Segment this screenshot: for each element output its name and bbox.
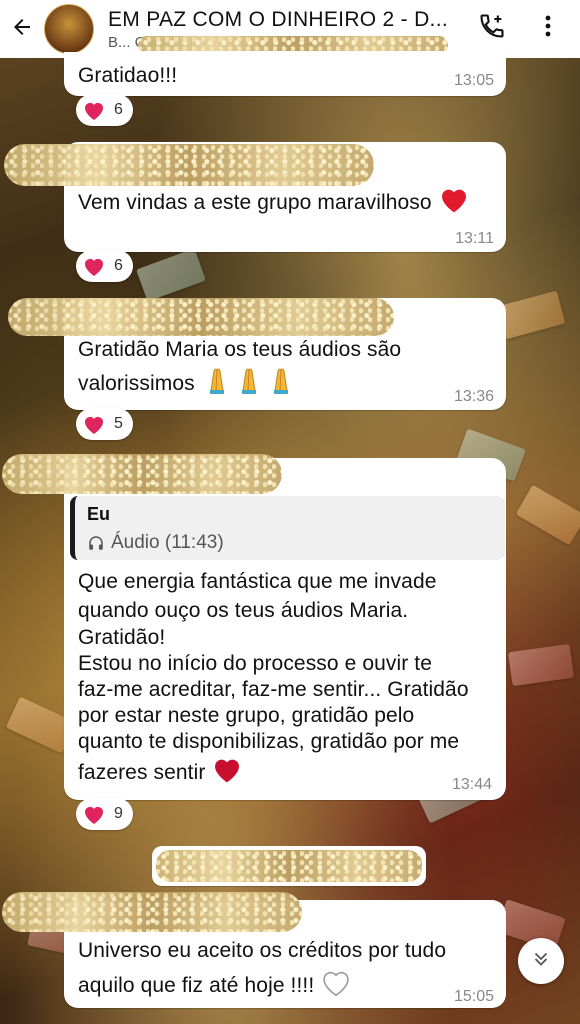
reaction-pill[interactable]: 9 (76, 798, 133, 830)
group-info[interactable]: EM PAZ COM O DINHEIRO 2 - D... B... Conc… (108, 8, 448, 51)
message-time: 13:11 (455, 230, 494, 247)
add-call-button[interactable] (470, 6, 514, 50)
red-heart-icon (438, 184, 470, 223)
message-line: Que energia fantástica que me invade (78, 570, 437, 593)
message-time: 13:05 (453, 72, 494, 89)
quote-body: Áudio (11:43) (87, 532, 224, 554)
reaction-count: 6 (114, 101, 123, 118)
chat-header: EM PAZ COM O DINHEIRO 2 - D... B... Conc… (0, 0, 580, 58)
more-options-button[interactable] (528, 6, 568, 50)
wallpaper-bill (507, 643, 575, 687)
arrow-left-icon (10, 15, 34, 44)
message-line-text: fazeres sentir (78, 761, 206, 785)
message-line-text: aquilo que fiz até hoje !!!! (78, 974, 315, 998)
headphones-icon (87, 534, 105, 552)
group-members: B... Conceição Ferr... (108, 34, 448, 51)
message-time: 15:05 (453, 988, 494, 1005)
message-line: Universo eu aceito os créditos por tudo (78, 939, 447, 962)
sender-redaction (8, 298, 394, 336)
reaction-pill[interactable]: 6 (76, 94, 133, 126)
message-text: Vem vindas a este grupo maravilhoso (78, 184, 470, 223)
heart-icon (82, 803, 106, 825)
sender-redaction (2, 454, 282, 494)
message-line: Gratidão Maria os teus áudios são (78, 338, 402, 361)
more-vert-icon (544, 14, 552, 43)
wallpaper-bill (136, 248, 206, 302)
wallpaper-bill (515, 484, 580, 546)
wallpaper-bill (496, 290, 566, 340)
system-notice (152, 846, 426, 886)
reaction-count: 5 (114, 415, 123, 432)
heart-icon (82, 413, 106, 435)
add-call-icon (478, 12, 506, 45)
quote-body-text: Áudio (11:43) (111, 532, 224, 553)
back-button[interactable] (0, 0, 44, 58)
group-avatar[interactable] (44, 4, 94, 54)
quote-author: Eu (87, 504, 111, 524)
reaction-count: 9 (114, 805, 123, 822)
reaction-count: 6 (114, 257, 123, 274)
double-chevron-down-icon (530, 948, 552, 975)
message-bubble[interactable]: Gratidao!!! 13:05 (64, 52, 506, 96)
message-line: valorissimos (78, 365, 297, 404)
message-line: quanto te disponibilizas, gratidão por m… (78, 730, 460, 753)
message-time: 13:44 (452, 776, 493, 793)
message-time: 13:36 (453, 388, 494, 405)
message-bubble[interactable]: Vem vindas a este grupo maravilhoso 13:1… (4, 142, 506, 252)
red-heart-icon (211, 754, 243, 793)
quoted-message[interactable]: Eu Áudio (11:43) (70, 496, 505, 560)
sender-redaction (4, 144, 374, 186)
heart-icon (82, 99, 106, 121)
reaction-pill[interactable]: 5 (76, 408, 133, 440)
message-line: aquilo que fiz até hoje !!!! (78, 967, 352, 1006)
message-line: fazeres sentir (78, 754, 243, 793)
sender-redaction (2, 892, 302, 932)
white-heart-icon (320, 967, 352, 1006)
folded-hands-icon (201, 365, 297, 404)
message-line-text: valorissimos (78, 372, 195, 396)
redaction (138, 35, 448, 51)
group-title: EM PAZ COM O DINHEIRO 2 - D... (108, 7, 448, 31)
heart-icon (82, 255, 106, 277)
message-text-content: Vem vindas a este grupo maravilhoso (78, 191, 432, 215)
scroll-to-bottom-button[interactable] (518, 938, 564, 984)
message-text: Gratidao!!! (78, 64, 178, 87)
notice-redaction (156, 850, 422, 882)
message-bubble[interactable]: Gratidão Maria os teus áudios são valori… (8, 298, 506, 410)
message-bubble[interactable]: Universo eu aceito os créditos por tudo … (2, 892, 506, 1008)
reaction-pill[interactable]: 6 (76, 250, 133, 282)
